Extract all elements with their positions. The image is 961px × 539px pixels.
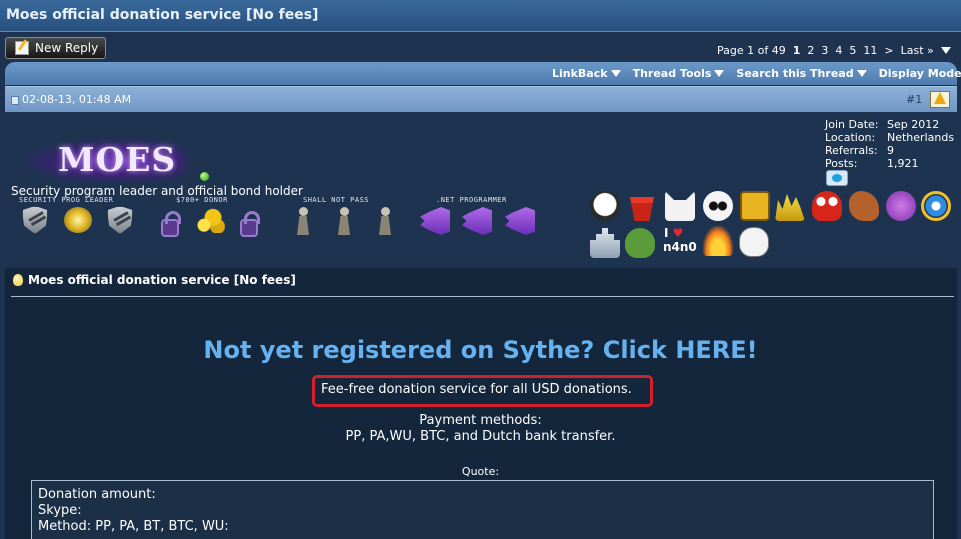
knight-badge-icon bbox=[374, 207, 396, 235]
fee-free-text: Fee-free donation service for all USD do… bbox=[321, 382, 632, 397]
award-label-donor: $700+ DONOR bbox=[176, 196, 228, 204]
posts-value: 1,921 bbox=[887, 157, 919, 170]
skype-icon[interactable] bbox=[826, 170, 848, 186]
fire-icon bbox=[703, 226, 733, 256]
page-link-3[interactable]: 3 bbox=[821, 44, 828, 57]
anonymous-mask-icon bbox=[590, 191, 620, 221]
post-date: 02-08-13, 01:48 AM bbox=[22, 93, 132, 106]
search-thread-label: Search this Thread bbox=[736, 67, 854, 80]
page-link-1[interactable]: 1 bbox=[793, 44, 801, 57]
page-link-5[interactable]: 5 bbox=[849, 44, 856, 57]
display-modes-menu[interactable]: Display Modes bbox=[879, 67, 961, 80]
post-header-bar: 02-08-13, 01:48 AM #1 bbox=[5, 86, 957, 112]
lightbulb-icon bbox=[13, 274, 23, 286]
panda-icon bbox=[703, 191, 733, 221]
thread-title-bar: Moes official donation service [No fees] bbox=[0, 0, 961, 32]
meme-face-icon bbox=[739, 227, 769, 257]
next-page-link[interactable]: > bbox=[884, 44, 893, 57]
post-title-text: Moes official donation service [No fees] bbox=[28, 273, 296, 287]
linkback-label: LinkBack bbox=[552, 67, 608, 80]
page-link-4[interactable]: 4 bbox=[835, 44, 842, 57]
register-link[interactable]: Not yet registered on Sythe? Click HERE! bbox=[0, 336, 961, 364]
join-date-label: Join Date: bbox=[825, 118, 879, 131]
thread-tools-menu[interactable]: Thread Tools bbox=[633, 67, 725, 80]
user-stats: Join Date: Sep 2012 Location: Netherlands … bbox=[825, 118, 954, 170]
online-status-icon bbox=[200, 172, 209, 181]
post-number-link[interactable]: #1 bbox=[906, 93, 922, 106]
linkback-menu[interactable]: LinkBack bbox=[552, 67, 621, 80]
award-label-net-programmer: .NET PROGRAMMER bbox=[436, 196, 507, 204]
username-text: MOES bbox=[58, 140, 177, 179]
edit-icon bbox=[15, 41, 29, 55]
padlock-icon bbox=[740, 191, 770, 221]
purple-monster-icon bbox=[886, 191, 916, 221]
page-link-2[interactable]: 2 bbox=[807, 44, 814, 57]
award-label-security: SECURITY PROG LEADER bbox=[19, 196, 114, 204]
mushroom-icon bbox=[812, 191, 842, 221]
gold-lock-badge-icon bbox=[64, 207, 92, 233]
divider bbox=[11, 296, 954, 297]
lock-badge-icon bbox=[240, 211, 260, 237]
award-label-shall-not-pass: SHALL NOT PASS bbox=[303, 196, 370, 204]
search-thread-menu[interactable]: Search this Thread bbox=[736, 67, 867, 80]
knight-badge-icon bbox=[292, 207, 314, 235]
fee-free-notice: Fee-free donation service for all USD do… bbox=[312, 375, 653, 407]
chevron-down-icon bbox=[610, 70, 621, 77]
chevron-down-icon bbox=[714, 70, 725, 77]
last-page-link[interactable]: Last » bbox=[901, 44, 934, 57]
username-logo[interactable]: MOES bbox=[16, 137, 186, 181]
quote-line-method: Method: PP, PA, BT, BTC, WU: bbox=[38, 519, 229, 534]
new-reply-label: New Reply bbox=[35, 41, 99, 55]
quote-box: Donation amount: Skype: Method: PP, PA, … bbox=[31, 480, 934, 539]
gold-pile-badge-icon bbox=[195, 207, 225, 233]
post-icon bbox=[11, 96, 19, 105]
n4n0-label: n4n0 bbox=[663, 240, 697, 254]
referrals-label: Referrals: bbox=[825, 144, 878, 157]
heart-icon: I ♥ bbox=[664, 226, 684, 240]
chevron-down-icon bbox=[856, 70, 867, 77]
payment-methods-list: PP, PA,WU, BTC, and Dutch bank transfer. bbox=[345, 429, 616, 444]
posts-label: Posts: bbox=[825, 157, 858, 170]
window-title: Moes official donation service [No fees] bbox=[6, 7, 319, 23]
quote-label: Quote: bbox=[461, 465, 500, 478]
internet-explorer-icon bbox=[921, 191, 951, 221]
pagination: Page 1 of 49 1 2 3 4 5 11 > Last » bbox=[717, 44, 951, 57]
report-post-icon[interactable] bbox=[930, 91, 950, 108]
knight-badge-icon bbox=[333, 207, 355, 235]
display-modes-label: Display Modes bbox=[878, 67, 961, 80]
thread-toolbar-menu: LinkBack Thread Tools Search this Thread… bbox=[552, 67, 961, 80]
location-value: Netherlands bbox=[887, 131, 955, 144]
location-label: Location: bbox=[825, 131, 876, 144]
quote-line-skype: Skype: bbox=[38, 503, 82, 518]
new-reply-button[interactable]: New Reply bbox=[5, 37, 106, 59]
payment-methods-label: Payment methods: bbox=[419, 413, 542, 428]
page-count-label: Page 1 of 49 bbox=[717, 44, 786, 57]
pepe-frog-icon bbox=[625, 228, 655, 258]
lock-badge-icon bbox=[161, 211, 181, 237]
referrals-value: 9 bbox=[887, 144, 894, 157]
join-date-value: Sep 2012 bbox=[887, 118, 940, 131]
post-title: Moes official donation service [No fees] bbox=[13, 273, 296, 287]
page-link-11[interactable]: 11 bbox=[863, 44, 877, 57]
page-jump-dropdown-icon[interactable] bbox=[940, 47, 951, 54]
quote-line-donation: Donation amount: bbox=[38, 487, 156, 502]
thread-tools-label: Thread Tools bbox=[632, 67, 712, 80]
